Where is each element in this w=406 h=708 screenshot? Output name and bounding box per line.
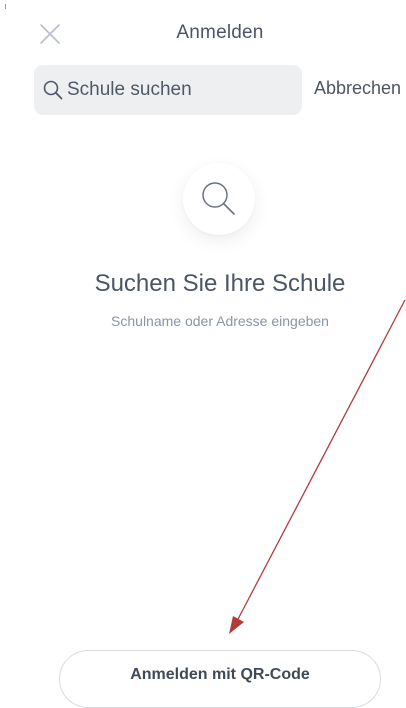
search-input-text: Schule suchen	[67, 79, 192, 100]
search-icon	[42, 79, 64, 101]
search-icon	[202, 182, 235, 215]
page-title: Anmelden	[176, 22, 264, 43]
header: Anmelden	[0, 0, 406, 64]
empty-state-icon	[183, 163, 255, 235]
qr-login-button[interactable]: Anmelden mit QR-Code	[59, 650, 381, 708]
empty-state-title: Suchen Sie Ihre Schule	[94, 270, 346, 297]
cancel-button[interactable]: Abbrechen	[314, 78, 401, 99]
empty-state-subtitle: Schulname oder Adresse eingeben	[111, 313, 329, 329]
search-input[interactable]: Schule suchen	[34, 65, 302, 115]
